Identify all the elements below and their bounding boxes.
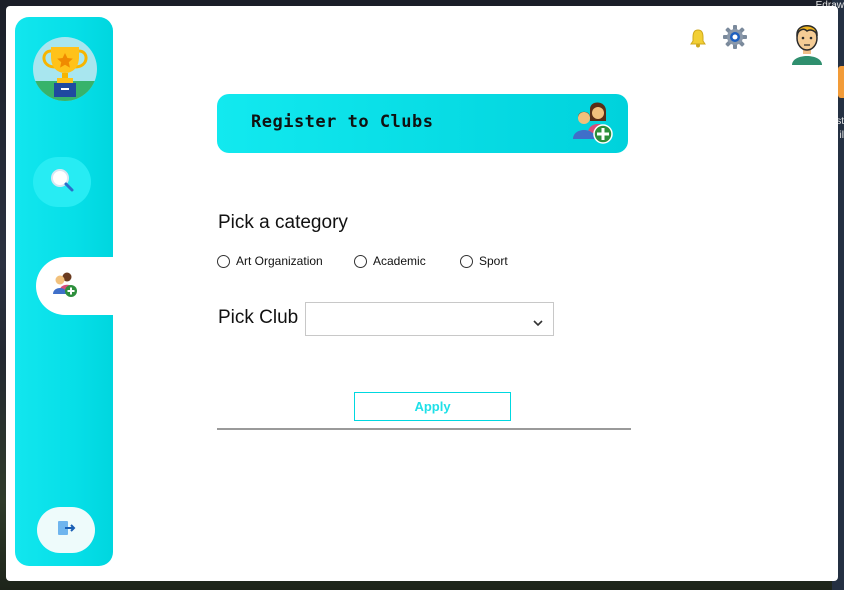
divider (217, 428, 631, 430)
user-avatar-icon[interactable] (789, 18, 825, 66)
search-icon (49, 167, 75, 198)
add-group-icon (572, 101, 616, 145)
apply-button[interactable]: Apply (354, 392, 511, 421)
register-clubs-nav-button[interactable] (36, 257, 126, 315)
radio-art-organization[interactable]: Art Organization (217, 254, 323, 268)
logout-button[interactable] (37, 507, 95, 553)
club-label: Pick Club (218, 307, 299, 328)
page-header-banner: Register to Clubs (217, 94, 628, 153)
radio-circle[interactable] (354, 254, 367, 268)
page-title: Register to Clubs (251, 112, 434, 132)
app-window: Register to Clubs Pick a category Art Or… (6, 6, 838, 581)
radio-label: Sport (479, 254, 508, 268)
sidebar (15, 17, 126, 566)
radio-circle[interactable] (460, 254, 473, 268)
radio-circle[interactable] (217, 254, 230, 268)
background-text-snippet: il (839, 130, 844, 141)
search-button[interactable] (33, 157, 91, 207)
background-app-shape (838, 66, 844, 98)
bell-icon[interactable] (687, 26, 709, 50)
category-label: Pick a category (218, 212, 348, 233)
radio-label: Art Organization (236, 254, 323, 268)
radio-sport[interactable]: Sport (460, 254, 508, 268)
gear-icon[interactable] (722, 24, 748, 50)
radio-academic[interactable]: Academic (354, 254, 426, 268)
chevron-down-icon (533, 314, 543, 332)
club-select[interactable] (305, 302, 554, 336)
add-group-icon (51, 270, 79, 303)
trophy-icon (33, 37, 97, 101)
logout-icon (56, 519, 76, 542)
radio-label: Academic (373, 254, 426, 268)
